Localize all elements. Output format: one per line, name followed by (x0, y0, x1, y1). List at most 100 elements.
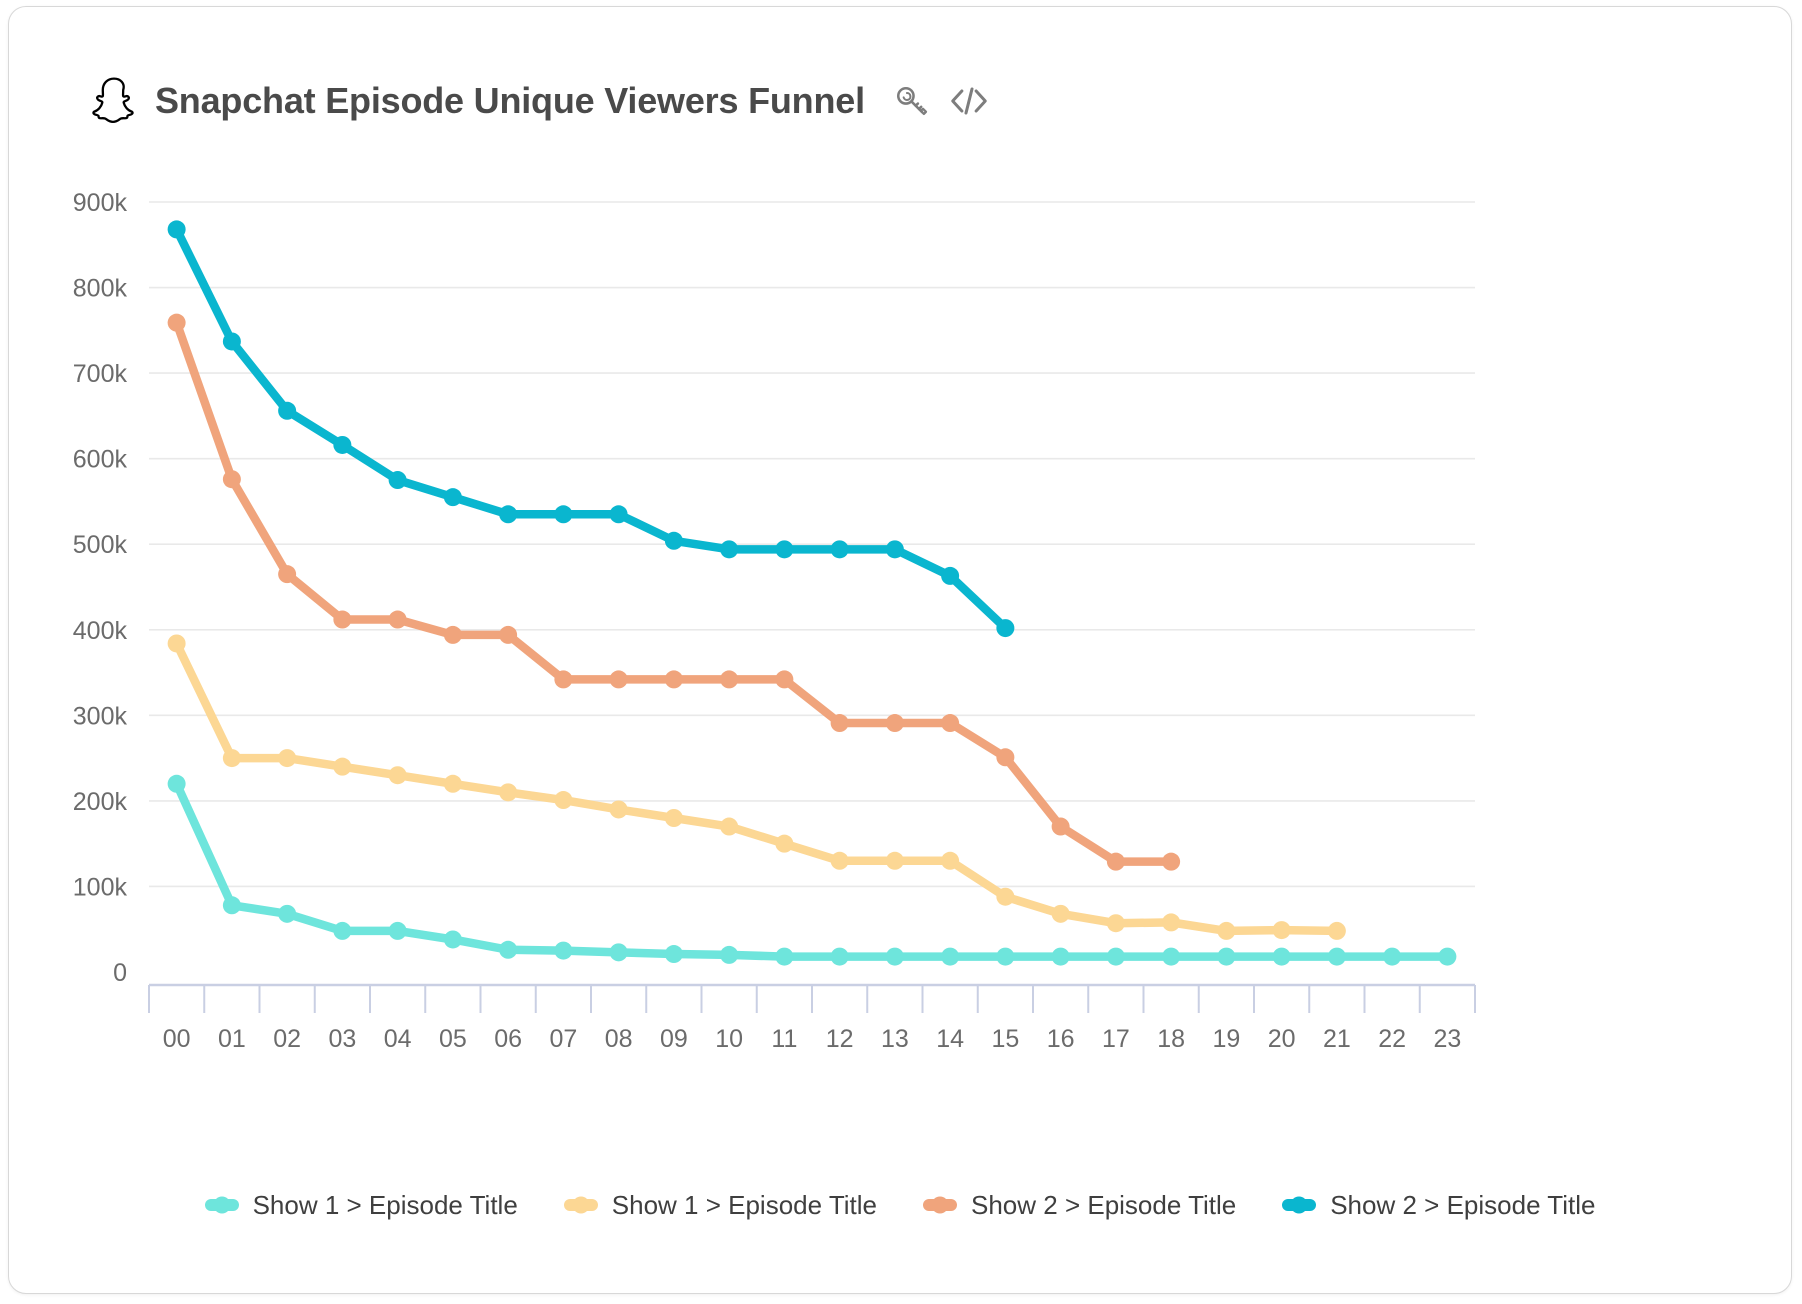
legend-item-label: Show 1 > Episode Title (611, 1190, 877, 1220)
data-point (609, 670, 628, 689)
legend-swatch-icon (1282, 1199, 1317, 1211)
chart-plot-area: 0 100k 200k 300k 400k 500k 600k 700k 800k 900k 00 0… (9, 7, 1791, 1293)
data-point (167, 774, 186, 793)
data-point (1383, 947, 1402, 966)
x-tick-label: 07 (549, 1025, 577, 1053)
data-point (1327, 921, 1346, 940)
data-point (554, 791, 573, 810)
data-point (1217, 947, 1236, 966)
data-point (222, 896, 241, 915)
data-point (554, 505, 573, 524)
legend-swatch-icon (563, 1199, 598, 1211)
data-point (720, 670, 739, 689)
legend-item-2[interactable]: Show 1 > Episode Title (563, 1190, 877, 1220)
data-point (333, 757, 352, 776)
y-tick-label: 600k (73, 446, 128, 474)
legend-item-label: Show 2 > Episode Title (1330, 1190, 1596, 1220)
y-tick-label: 700k (73, 360, 128, 388)
x-tick-label: 00 (163, 1025, 191, 1053)
data-point (278, 904, 297, 923)
y-tick-label: 0 (113, 959, 127, 987)
x-tick-label: 10 (715, 1025, 743, 1053)
data-point (278, 565, 297, 584)
data-point (1162, 913, 1181, 932)
x-tick-label: 19 (1212, 1025, 1240, 1053)
data-point (664, 670, 683, 689)
data-point (278, 401, 297, 420)
data-point (222, 749, 241, 768)
x-tick-label: 11 (771, 1025, 797, 1053)
data-point (941, 851, 960, 870)
data-point (885, 851, 904, 870)
data-point (1217, 921, 1236, 940)
legend-swatch-icon (923, 1199, 957, 1211)
data-point (1162, 852, 1181, 871)
data-point (1051, 947, 1070, 966)
data-point (996, 947, 1015, 966)
data-point (775, 834, 794, 853)
x-tick-label: 13 (881, 1025, 909, 1053)
y-tick-label: 100k (73, 873, 128, 901)
y-tick-label: 900k (73, 189, 128, 217)
x-tick-label: 21 (1323, 1025, 1351, 1053)
data-point (664, 945, 683, 964)
data-point (941, 947, 960, 966)
data-point (554, 941, 573, 960)
series-1 (167, 774, 1457, 966)
data-point (1106, 852, 1125, 871)
data-point (775, 540, 794, 559)
data-point (609, 800, 628, 819)
x-tick-label: 02 (273, 1025, 301, 1053)
data-point (830, 851, 849, 870)
x-tick-label: 22 (1378, 1025, 1406, 1053)
x-tick-label: 15 (991, 1025, 1019, 1053)
x-tick-label: 16 (1047, 1025, 1075, 1053)
x-tick-label: 17 (1102, 1025, 1130, 1053)
data-point (1438, 947, 1457, 966)
data-point (941, 714, 960, 733)
legend-item-1[interactable]: Show 1 > Episode Title (204, 1192, 518, 1218)
y-tick-label: 400k (73, 617, 128, 645)
data-point (720, 817, 739, 836)
data-point (388, 471, 407, 490)
data-point (1106, 914, 1125, 933)
data-point (222, 332, 241, 351)
data-point (996, 619, 1015, 638)
chart-legend: Show 1 > Episode Title Show 1 > Episode T… (9, 1192, 1791, 1218)
y-tick-label: 300k (73, 702, 128, 730)
x-tick-label: 01 (218, 1025, 246, 1053)
data-point (775, 947, 794, 966)
data-point (609, 943, 628, 962)
data-point (1327, 947, 1346, 966)
data-point (996, 887, 1015, 906)
data-point (885, 947, 904, 966)
x-tick-label: 04 (384, 1025, 412, 1053)
x-tick-label: 18 (1157, 1025, 1185, 1053)
data-point (1162, 947, 1181, 966)
data-point (775, 670, 794, 689)
data-point (1051, 904, 1070, 923)
legend-item-4[interactable]: Show 2 > Episode Title (1282, 1192, 1595, 1218)
data-point (443, 930, 462, 949)
data-point (1106, 947, 1125, 966)
y-tick-label: 200k (73, 788, 128, 816)
data-point (443, 774, 462, 793)
data-point (1051, 817, 1070, 836)
x-tick-label: 08 (605, 1025, 633, 1053)
x-tick-label: 09 (660, 1025, 688, 1053)
data-point (664, 531, 683, 550)
data-point (664, 809, 683, 827)
legend-swatch-icon (204, 1199, 239, 1211)
x-tick-label: 03 (328, 1025, 356, 1053)
data-point (1272, 921, 1291, 940)
data-point (443, 488, 462, 507)
data-point (499, 783, 518, 802)
data-point (499, 940, 518, 959)
data-point (333, 610, 352, 629)
x-tick-label: 12 (826, 1025, 854, 1053)
legend-item-3[interactable]: Show 2 > Episode Title (923, 1192, 1236, 1218)
data-point (885, 714, 904, 733)
data-point (222, 470, 241, 489)
data-point (720, 945, 739, 964)
data-point (1272, 947, 1291, 966)
